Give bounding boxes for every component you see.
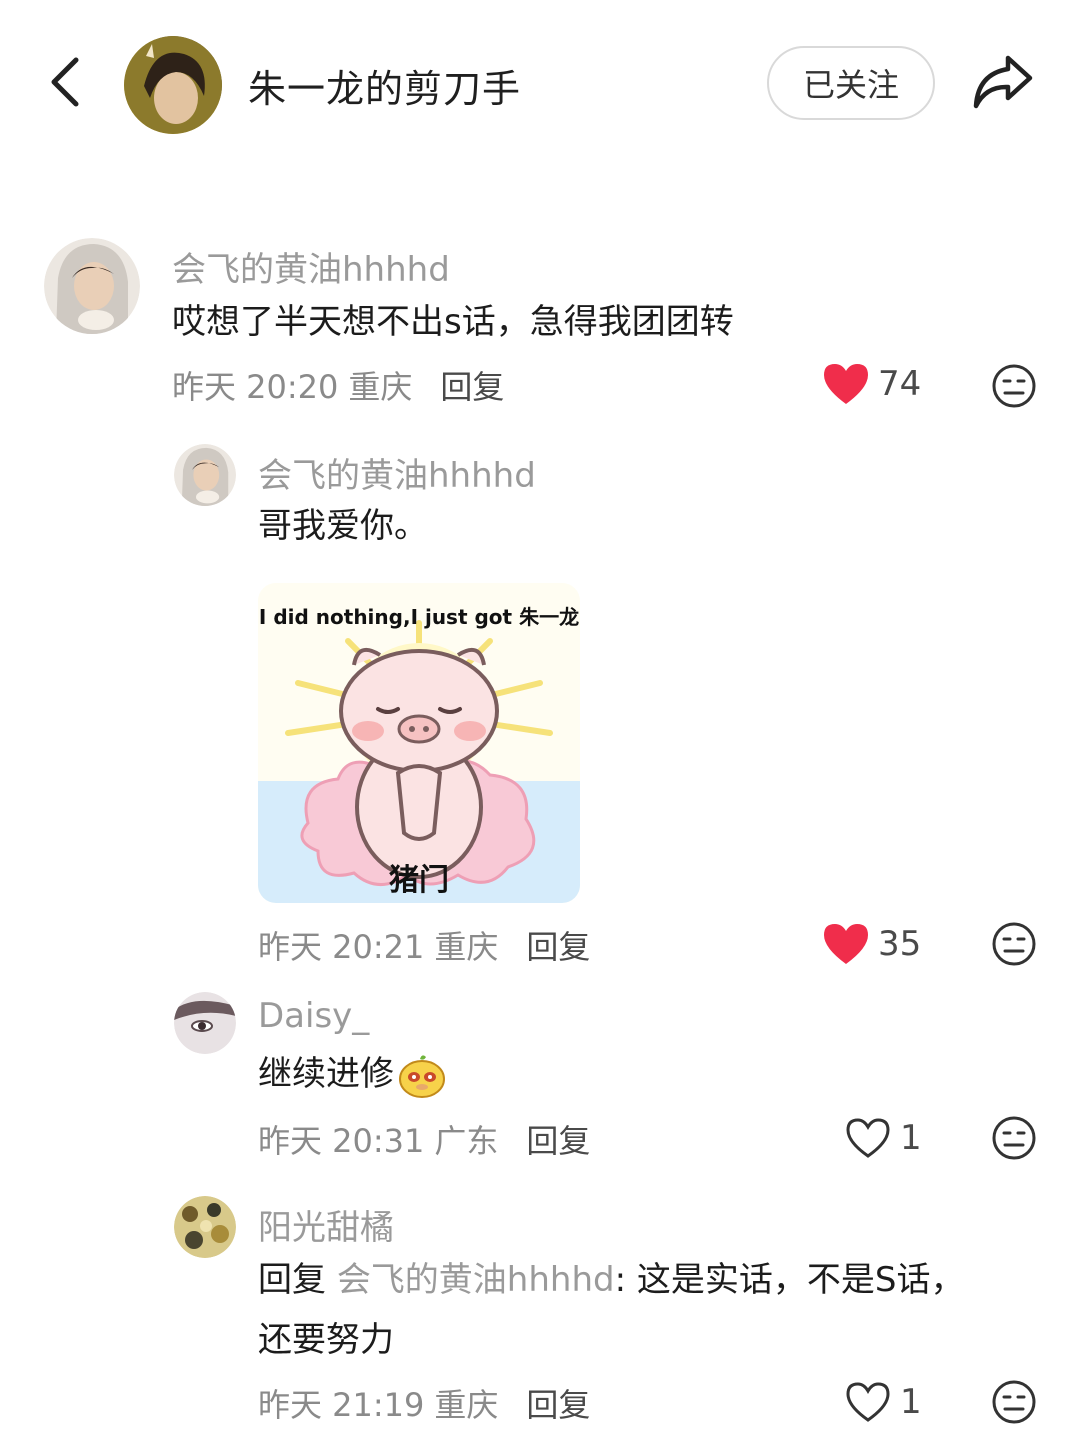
heart-filled-icon: [824, 364, 868, 404]
commenter-avatar[interactable]: [174, 1196, 236, 1258]
reply-button[interactable]: 回复: [526, 922, 590, 968]
share-button[interactable]: [968, 48, 1038, 114]
like-count: 35: [878, 924, 922, 964]
comment-location: 重庆: [434, 928, 499, 966]
reply-prefix: 回复: [258, 1260, 326, 1300]
comment-text-body: : 这是实话，不是S话，: [614, 1260, 965, 1300]
following-button[interactable]: 已关注: [767, 46, 935, 120]
mole-emoji-icon: [399, 1054, 445, 1098]
comment-time: 昨天 20:31: [258, 1122, 425, 1160]
heart-outline-icon: [846, 1118, 890, 1158]
comment-location: 重庆: [434, 1386, 499, 1424]
reply-to-user[interactable]: 会飞的黄油hhhhd: [337, 1260, 615, 1300]
back-button[interactable]: [40, 50, 96, 114]
page-title: 朱一龙的剪刀手: [248, 67, 522, 111]
meme-caption-top: I did nothing,I just got 朱一龙: [258, 605, 580, 629]
commenter-avatar[interactable]: [174, 444, 236, 506]
commenter-name[interactable]: 会飞的黄油hhhhd: [258, 448, 536, 497]
author-avatar[interactable]: [124, 36, 222, 134]
comment-text-body: 继续进修: [258, 1054, 394, 1094]
comment-meta: 昨天 20:31 广东 回复: [258, 1116, 590, 1162]
comment-text: 哎想了半天想不出s话，急得我团团转: [172, 302, 734, 342]
reply-button[interactable]: 回复: [440, 362, 504, 408]
comment-text: 哥我爱你。: [258, 506, 428, 546]
comment-location: 重庆: [348, 368, 413, 406]
reply-button[interactable]: 回复: [526, 1116, 590, 1162]
comment-text: 继续进修: [258, 1044, 448, 1104]
comment-meta: 昨天 20:20 重庆 回复: [172, 362, 504, 408]
comment-text: 回复 会飞的黄油hhhhd: 这是实话，不是S话，: [258, 1250, 964, 1310]
commenter-avatar[interactable]: [174, 992, 236, 1054]
chevron-left-icon: [51, 57, 79, 107]
comment-time: 昨天 21:19: [258, 1386, 425, 1424]
like-button[interactable]: 1: [844, 1116, 922, 1160]
meme-image[interactable]: I did nothing,I just got 朱一龙 猪门: [258, 583, 580, 903]
comment-text-line2: 还要努力: [258, 1320, 394, 1360]
neutral-face-icon[interactable]: [990, 1378, 1038, 1426]
heart-outline-icon: [846, 1382, 890, 1422]
commenter-name[interactable]: Daisy_: [258, 996, 369, 1036]
comment-meta: 昨天 20:21 重庆 回复: [258, 922, 590, 968]
like-count: 1: [900, 1382, 922, 1422]
like-count: 74: [878, 364, 922, 404]
like-count: 1: [900, 1118, 922, 1158]
like-button[interactable]: 35: [822, 922, 921, 966]
commenter-name[interactable]: 阳光甜橘: [258, 1200, 394, 1249]
comment-location: 广东: [434, 1122, 499, 1160]
comment-time: 昨天 20:20: [172, 368, 339, 406]
like-button[interactable]: 74: [822, 362, 921, 406]
neutral-face-icon[interactable]: [990, 362, 1038, 410]
comment-meta: 昨天 21:19 重庆 回复: [258, 1380, 590, 1426]
like-button[interactable]: 1: [844, 1380, 922, 1424]
reply-button[interactable]: 回复: [526, 1380, 590, 1426]
heart-filled-icon: [824, 924, 868, 964]
meme-caption-bottom: 猪门: [389, 863, 449, 898]
commenter-name[interactable]: 会飞的黄油hhhhd: [172, 242, 450, 291]
comment-time: 昨天 20:21: [258, 928, 425, 966]
top-bar: 朱一龙的剪刀手 已关注: [0, 0, 1080, 170]
neutral-face-icon[interactable]: [990, 920, 1038, 968]
commenter-avatar[interactable]: [44, 238, 140, 334]
neutral-face-icon[interactable]: [990, 1114, 1038, 1162]
share-icon: [973, 55, 1033, 109]
